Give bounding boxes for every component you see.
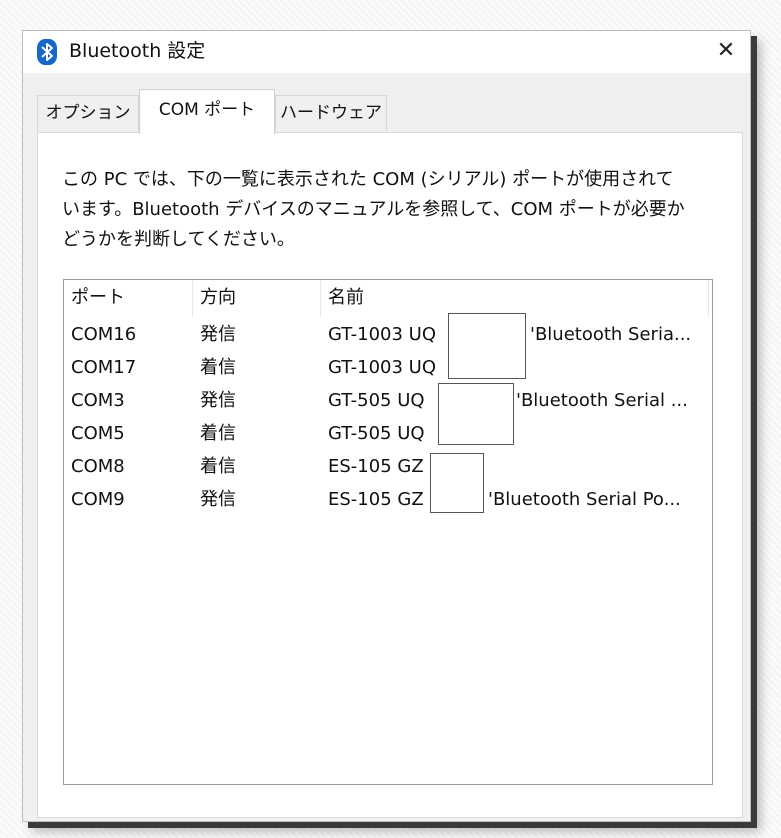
- redaction-box: [448, 313, 526, 379]
- tab-com-ports[interactable]: COM ポート: [139, 89, 275, 134]
- name-cell: ES-105 GZ: [328, 456, 424, 477]
- tab-hardware[interactable]: ハードウェア: [275, 95, 387, 131]
- port-cell: COM17: [71, 357, 137, 378]
- name-cell: GT-505 UQ: [328, 423, 425, 444]
- port-cell: COM5: [71, 423, 125, 444]
- column-header-name[interactable]: 名前: [328, 286, 364, 310]
- direction-cell: 着信: [200, 423, 236, 444]
- name-cell: ES-105 GZ: [328, 489, 424, 510]
- name-cell-suffix: 'Bluetooth Serial Po...: [488, 489, 681, 510]
- port-cell: COM9: [71, 489, 125, 510]
- name-cell: GT-1003 UQ: [328, 324, 437, 345]
- table-row[interactable]: COM16 発信 GT-1003 UQ 'Bluetooth Seria...: [64, 318, 712, 351]
- description-text: この PC では、下の一覧に表示された COM (シリアル) ポートが使用されて…: [62, 165, 722, 255]
- table-row[interactable]: COM17 着信 GT-1003 UQ: [64, 351, 712, 384]
- direction-cell: 着信: [200, 456, 236, 477]
- redaction-box: [438, 383, 514, 445]
- column-divider[interactable]: [708, 280, 709, 316]
- com-ports-panel: この PC では、下の一覧に表示された COM (シリアル) ポートが使用されて…: [37, 132, 743, 818]
- description-line: この PC では、下の一覧に表示された COM (シリアル) ポートが使用されて: [62, 169, 674, 190]
- bluetooth-icon: [37, 39, 57, 65]
- direction-cell: 発信: [200, 489, 236, 510]
- table-row[interactable]: COM9 発信 ES-105 GZ 'Bluetooth Serial Po..…: [64, 483, 712, 516]
- column-divider[interactable]: [192, 280, 193, 316]
- name-cell-suffix: 'Bluetooth Seria...: [530, 324, 692, 345]
- column-divider[interactable]: [320, 280, 321, 316]
- port-cell: COM3: [71, 390, 125, 411]
- redaction-box: [430, 453, 484, 513]
- list-header: ポート 方向 名前: [64, 280, 712, 316]
- column-header-port[interactable]: ポート: [71, 286, 125, 310]
- com-port-list[interactable]: ポート 方向 名前 COM16 発信 GT-1003 UQ 'Bluetooth…: [63, 279, 713, 785]
- tab-options[interactable]: オプション: [37, 95, 139, 131]
- direction-cell: 着信: [200, 357, 236, 378]
- table-row[interactable]: COM5 着信 GT-505 UQ: [64, 417, 712, 450]
- name-cell: GT-505 UQ: [328, 390, 425, 411]
- bluetooth-settings-dialog: Bluetooth 設定 ✕ オプション COM ポート ハードウェア この P…: [22, 30, 751, 822]
- column-header-direction[interactable]: 方向: [200, 286, 236, 310]
- close-button[interactable]: ✕: [710, 35, 742, 67]
- port-cell: COM8: [71, 456, 125, 477]
- description-line: います。Bluetooth デバイスのマニュアルを参照して、COM ポートが必要…: [62, 199, 685, 220]
- window-title: Bluetooth 設定: [69, 40, 206, 62]
- direction-cell: 発信: [200, 390, 236, 411]
- port-cell: COM16: [71, 324, 137, 345]
- name-cell: GT-1003 UQ: [328, 357, 437, 378]
- table-row[interactable]: COM8 着信 ES-105 GZ: [64, 450, 712, 483]
- table-row[interactable]: COM3 発信 GT-505 UQ 'Bluetooth Serial ...: [64, 384, 712, 417]
- direction-cell: 発信: [200, 324, 236, 345]
- name-cell-suffix: 'Bluetooth Serial ...: [516, 390, 688, 411]
- description-line: どうかを判断してください。: [62, 229, 295, 250]
- title-bar[interactable]: Bluetooth 設定 ✕: [23, 31, 750, 73]
